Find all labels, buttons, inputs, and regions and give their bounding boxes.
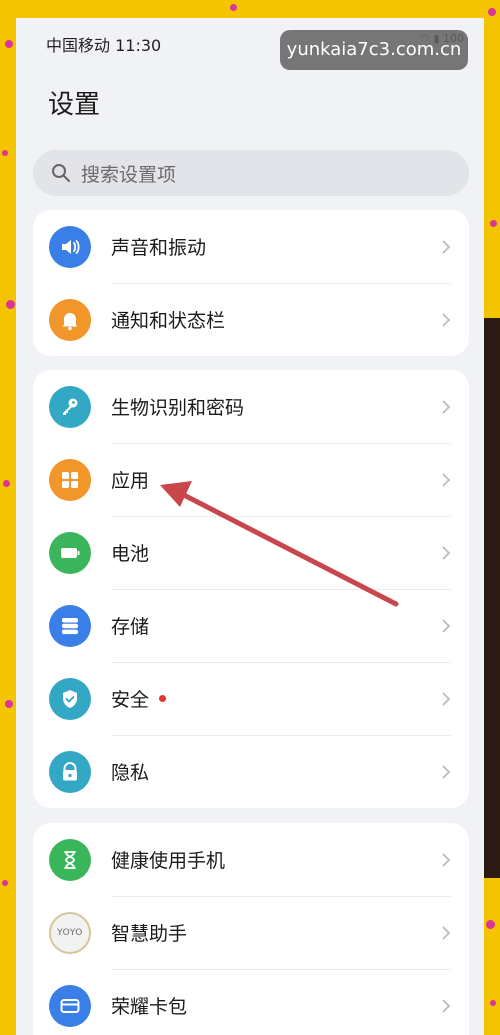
setting-item-digital-wellbeing[interactable]: 健康使用手机	[33, 823, 469, 896]
settings-group-3: 健康使用手机 YOYO 智慧助手 荣耀卡包	[33, 823, 469, 1035]
status-carrier-time: 中国移动 11:30	[46, 36, 162, 55]
setting-item-sound[interactable]: 声音和振动	[33, 210, 469, 283]
notification-badge	[159, 695, 167, 702]
setting-item-label: 荣耀卡包	[111, 996, 188, 1018]
setting-item-biometrics[interactable]: 生物识别和密码	[33, 370, 469, 443]
chevron-right-icon	[442, 545, 451, 560]
setting-item-label: 应用	[111, 470, 150, 492]
setting-item-privacy[interactable]: 隐私	[33, 735, 469, 808]
setting-item-label: 生物识别和密码	[111, 397, 245, 419]
apps-grid-icon	[49, 458, 91, 501]
page-title: 设置	[48, 90, 101, 120]
chevron-right-icon	[442, 472, 451, 487]
watermark: yunkaia7c3.com.cn	[280, 30, 468, 70]
settings-group-2: 生物识别和密码 应用 电池 存储 安全 隐私	[33, 370, 469, 808]
setting-item-label: 智慧助手	[111, 923, 188, 945]
setting-item-label: 安全	[111, 689, 150, 711]
setting-item-notifications[interactable]: 通知和状态栏	[33, 283, 469, 356]
chevron-right-icon	[442, 239, 451, 254]
storage-icon	[49, 604, 91, 647]
setting-item-label: 存储	[111, 616, 150, 638]
setting-item-label: 隐私	[111, 762, 150, 784]
setting-item-label: 通知和状态栏	[111, 310, 226, 332]
setting-item-label: 电池	[111, 543, 150, 565]
chevron-right-icon	[442, 399, 451, 414]
search-bar[interactable]: 搜索设置项	[33, 150, 469, 196]
setting-item-battery[interactable]: 电池	[33, 516, 469, 589]
chevron-right-icon	[442, 925, 451, 940]
settings-group-1: 声音和振动 通知和状态栏	[33, 210, 469, 356]
wallet-icon	[49, 984, 91, 1027]
battery-icon	[49, 531, 91, 574]
search-icon	[52, 164, 70, 182]
setting-item-label: 健康使用手机	[111, 850, 226, 872]
key-icon	[49, 385, 91, 428]
chevron-right-icon	[442, 312, 451, 327]
setting-item-label: 声音和振动	[111, 237, 207, 259]
setting-item-apps[interactable]: 应用	[33, 443, 469, 516]
privacy-lock-icon	[49, 750, 91, 793]
chevron-right-icon	[442, 852, 451, 867]
chevron-right-icon	[442, 764, 451, 779]
hourglass-icon	[49, 838, 91, 881]
search-placeholder: 搜索设置项	[81, 163, 177, 186]
shield-icon	[49, 677, 91, 720]
speaker-icon	[49, 225, 91, 268]
setting-item-wallet[interactable]: 荣耀卡包	[33, 969, 469, 1035]
bell-icon	[49, 298, 91, 341]
setting-item-storage[interactable]: 存储	[33, 589, 469, 662]
background-photo-edge	[484, 318, 500, 878]
chevron-right-icon	[442, 691, 451, 706]
chevron-right-icon	[442, 618, 451, 633]
setting-item-security[interactable]: 安全	[33, 662, 469, 735]
chevron-right-icon	[442, 998, 451, 1013]
yoyo-icon-text: YOYO	[57, 927, 83, 938]
setting-item-smart-assistant[interactable]: YOYO 智慧助手	[33, 896, 469, 969]
yoyo-icon: YOYO	[49, 911, 91, 954]
phone-screen: 中国移动 11:30 ◠ ▮ 100 yunkaia7c3.com.cn 设置 …	[16, 18, 484, 1035]
